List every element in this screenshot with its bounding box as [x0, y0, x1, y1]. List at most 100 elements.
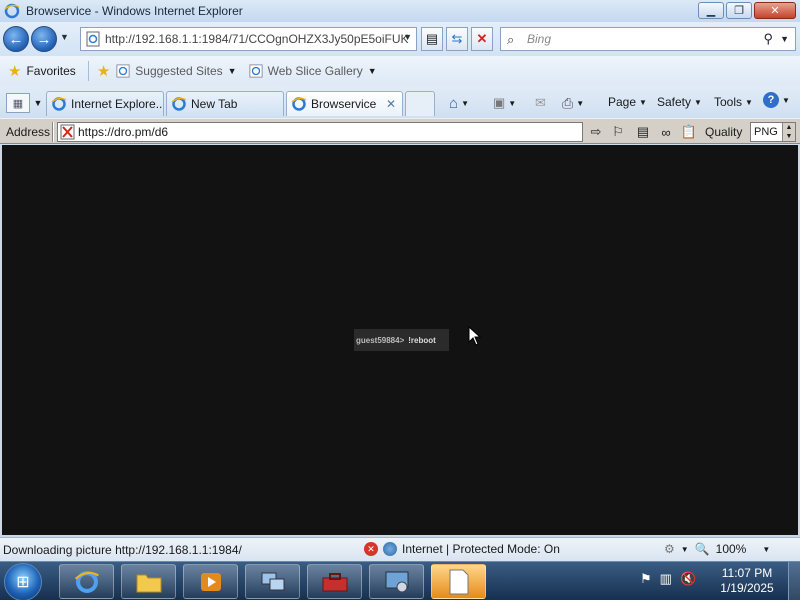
document-icon	[449, 569, 468, 594]
chat-user: guest59884>	[356, 335, 405, 345]
printer-icon: ⎙	[562, 95, 574, 111]
back-arrow-icon: ←	[8, 30, 24, 48]
search-options-dropdown[interactable]: ▼	[780, 34, 789, 44]
bookmark-button[interactable]: ⚐	[608, 123, 628, 141]
go-button[interactable]: ⇨	[586, 123, 606, 141]
find-button[interactable]: ∞	[656, 123, 676, 141]
browser-viewport[interactable]: guest59884> !reboot	[0, 145, 800, 537]
ie-logo-icon	[4, 3, 20, 19]
browservice-toolbar: Address https://dro.pm/d6 ⇨ ⚐ ▤ ∞ 📋 Qual…	[0, 118, 800, 144]
bookmarks-list-icon: ▤	[636, 124, 650, 139]
ie-page-icon	[116, 64, 130, 78]
bing-icon: ⌕	[507, 32, 515, 47]
security-warning-icon	[60, 124, 75, 140]
back-button[interactable]: ←	[3, 26, 29, 52]
help-button[interactable]: ? ▼	[763, 92, 790, 108]
tab-label: Browservice	[311, 97, 377, 111]
zoom-control[interactable]: ⚙ ▼ 🔍 100% ▼	[664, 542, 770, 556]
quality-selector[interactable]: PNG ▲ ▼	[750, 122, 796, 142]
taskbar-toolbox[interactable]	[307, 564, 362, 599]
home-button[interactable]: ⌂ ▼	[449, 95, 469, 112]
chevron-down-icon: ▼	[461, 99, 469, 108]
feeds-button[interactable]: ▣ ▼	[493, 95, 516, 111]
recent-pages-dropdown[interactable]: ▼	[60, 32, 69, 42]
taskbar-notepad[interactable]	[431, 564, 486, 599]
tools-menu[interactable]: Tools ▼	[714, 95, 753, 109]
blocked-icon: ✕	[364, 542, 378, 556]
clipboard-button[interactable]: 📋	[679, 123, 699, 141]
minimize-button[interactable]: ▁	[698, 2, 724, 19]
web-slice-gallery-label: Web Slice Gallery	[267, 64, 363, 78]
search-icon[interactable]: ⚲	[763, 31, 773, 47]
taskbar-media-player[interactable]	[183, 564, 238, 599]
quality-spinner-icon[interactable]: ▲ ▼	[782, 123, 795, 141]
favorites-star-icon: ★	[8, 63, 22, 80]
taskbar-internet-explorer[interactable]	[59, 564, 114, 599]
refresh-button[interactable]: ⇆	[446, 27, 468, 51]
favorites-label: Favorites	[26, 64, 76, 78]
suggested-sites-button[interactable]: Suggested Sites ▼	[116, 64, 237, 78]
chevron-down-icon: ▼	[694, 97, 702, 107]
tab-list-dropdown[interactable]: ▼	[32, 93, 44, 113]
toolbar-separator	[52, 122, 54, 142]
read-mail-button[interactable]: ✉	[535, 95, 546, 111]
title-bar: Browservice - Windows Internet Explorer …	[0, 0, 800, 22]
address-value: https://dro.pm/d6	[78, 125, 169, 139]
taskbar-network[interactable]	[245, 564, 300, 599]
system-tray: ⚑ ▥ 🔇	[640, 571, 696, 587]
tab-browservice[interactable]: Browservice ✕	[286, 91, 403, 116]
compatibility-view-button[interactable]: ▤	[421, 27, 443, 51]
tab-label: Internet Explore...	[71, 97, 164, 111]
tab-bar: ▦ ▼ Internet Explore... New Tab Browserv…	[0, 86, 800, 118]
search-box[interactable]: ⌕ Bing ⚲ ▼	[500, 27, 796, 51]
url-dropdown-icon[interactable]: ▼	[403, 32, 412, 42]
taskbar-explorer[interactable]	[121, 564, 176, 599]
clock[interactable]: 11:07 PM 1/19/2025	[712, 566, 782, 596]
taskbar: ⊞ ⚑ ▥ 🔇 11:07 PM 1/19/2025	[0, 561, 800, 600]
chevron-down-icon: ▼	[576, 99, 585, 108]
chevron-down-icon: ▼	[782, 95, 790, 105]
address-input[interactable]: https://dro.pm/d6	[57, 122, 583, 142]
quality-value: PNG	[754, 126, 778, 138]
quick-tabs-button[interactable]: ▦	[6, 93, 30, 113]
security-zone[interactable]: ✕ Internet | Protected Mode: On	[364, 542, 560, 556]
close-window-button[interactable]: ✕	[754, 2, 796, 19]
url-bar[interactable]: http://192.168.1.1:1984/71/CCOgnOHZX3Jy5…	[80, 27, 417, 51]
tab-new-tab[interactable]: New Tab	[166, 91, 284, 116]
status-bar: Downloading picture http://192.168.1.1:1…	[0, 537, 800, 561]
start-button[interactable]: ⊞	[4, 563, 42, 600]
chat-message-line: guest59884> !reboot	[354, 329, 449, 351]
folder-icon	[136, 574, 161, 592]
web-slice-gallery-button[interactable]: Web Slice Gallery ▼	[249, 64, 377, 78]
toolbox-icon	[322, 572, 347, 591]
stop-button[interactable]: ✕	[471, 27, 493, 51]
network-computer-icon	[261, 572, 284, 590]
taskbar-control-panel[interactable]	[369, 564, 424, 599]
suggested-sites-label: Suggested Sites	[135, 64, 223, 78]
maximize-button[interactable]: ❐	[726, 2, 752, 19]
show-desktop-button[interactable]	[788, 562, 800, 600]
tools-menu-label: Tools	[714, 95, 743, 109]
print-button[interactable]: ⎙ ▼	[562, 95, 584, 112]
open-bookmarks-button[interactable]: ▤	[633, 123, 653, 141]
tab-internet-explorer[interactable]: Internet Explore...	[46, 91, 164, 116]
ie-logo-icon	[74, 570, 99, 593]
add-favorite-icon: ★	[96, 63, 111, 80]
close-tab-icon[interactable]: ✕	[386, 97, 396, 111]
forward-button[interactable]: →	[31, 26, 57, 52]
page-menu[interactable]: Page ▼	[608, 95, 647, 109]
help-icon: ?	[763, 92, 779, 108]
clock-time: 11:07 PM	[721, 566, 773, 580]
chevron-down-icon: ▼	[508, 98, 517, 108]
add-to-favorites-bar-button[interactable]: ★	[97, 62, 110, 80]
window-controls: ▁ ❐ ✕	[698, 2, 796, 19]
refresh-icon: ⇆	[451, 31, 463, 46]
network-icon[interactable]: ▥	[660, 571, 672, 587]
page-menu-label: Page	[608, 95, 637, 109]
favorites-button[interactable]: ★ Favorites	[8, 62, 76, 80]
new-tab-button[interactable]	[405, 91, 435, 116]
safety-menu[interactable]: Safety ▼	[657, 95, 702, 109]
volume-muted-icon[interactable]: 🔇	[680, 571, 696, 587]
action-center-flag-icon[interactable]: ⚑	[640, 571, 652, 587]
compatibility-icon: ▤	[425, 31, 439, 46]
